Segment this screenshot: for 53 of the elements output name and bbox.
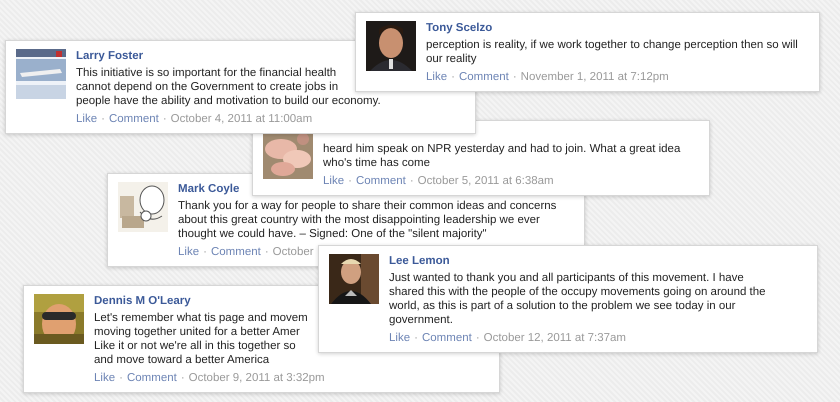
separator: · [476,331,480,346]
action-link[interactable]: Comment [356,174,406,189]
separator: · [203,245,207,260]
comment-text: government. [389,313,453,327]
comment-text: thought we could have. – Signed: One of the "silent majority" [178,227,487,241]
action-link[interactable]: Like [76,112,98,127]
comment-text: moving together united for a better Amer [94,325,300,339]
comment-text: shared this with the people of the occupy movements going on around the [389,285,766,299]
action-link[interactable]: Like [323,174,344,189]
action-link[interactable]: Comment [126,371,177,386]
separator: · [410,174,414,189]
separator: · [414,331,418,346]
separator: · [512,70,517,85]
comment-text: This initiative is so important for the financial health [76,66,336,80]
author-name[interactable]: Lee Lemon [389,254,450,269]
timestamp: October 5, 2011 at 6:38am [418,174,554,189]
author-name[interactable]: Larry Foster [76,49,144,64]
comment-text: about this great country with the most disappointing leadership we ever [178,213,540,227]
action-link[interactable]: Comment [422,331,472,346]
comment-text: Just wanted to thank you and all participants of this movement. I have [389,271,744,285]
action-link[interactable]: Like [426,70,448,85]
timestamp: October 12, 2011 at 7:37am [484,331,626,346]
separator: · [101,112,105,127]
comment-text: Like it or not we're all in this together so [94,339,296,353]
action-link[interactable]: Like [178,245,200,260]
comment-text: who's time has come [323,156,430,170]
timestamp: November 1, 2011 at 7:12pm [520,70,669,85]
timestamp: October 4, 2011 at 11:00am [170,112,312,127]
action-link[interactable]: Like [389,331,410,346]
separator: · [162,112,167,127]
separator: · [119,371,123,386]
action-link[interactable]: Comment [458,70,509,85]
comment-text: world, as this is part of a solution to the problem we see today in our [389,299,736,313]
separator: · [180,371,185,386]
comment-text: perception is reality, if we work together to change perception then so will [426,38,798,52]
author-name[interactable]: Mark Coyle [178,182,240,197]
author-name[interactable]: Dennis M O'Leary [94,294,191,309]
separator: · [451,70,455,85]
separator: · [264,245,269,260]
action-link[interactable]: Comment [210,245,261,260]
comment-text: heard him speak on NPR yesterday and had to join. What a great idea [323,142,680,156]
comment-text: Thank you for a way for people to share their common ideas and concerns [178,199,556,213]
comment-text: Let's remember what tis page and movem [94,311,308,325]
comment-text: people have the ability and motivation to build our economy. [76,94,381,108]
comment-text: cannot depend on the Government to create jobs in [76,80,338,94]
action-link[interactable]: Like [94,371,116,386]
action-link[interactable]: Comment [108,112,159,127]
comment-text: and move toward a better America [94,353,270,367]
separator: · [348,174,352,189]
timestamp: October 9, 2011 at 3:32pm [188,371,325,386]
comment-text: our reality [426,52,476,66]
author-name[interactable]: Tony Scelzo [426,21,492,36]
timestamp: October [272,245,314,260]
